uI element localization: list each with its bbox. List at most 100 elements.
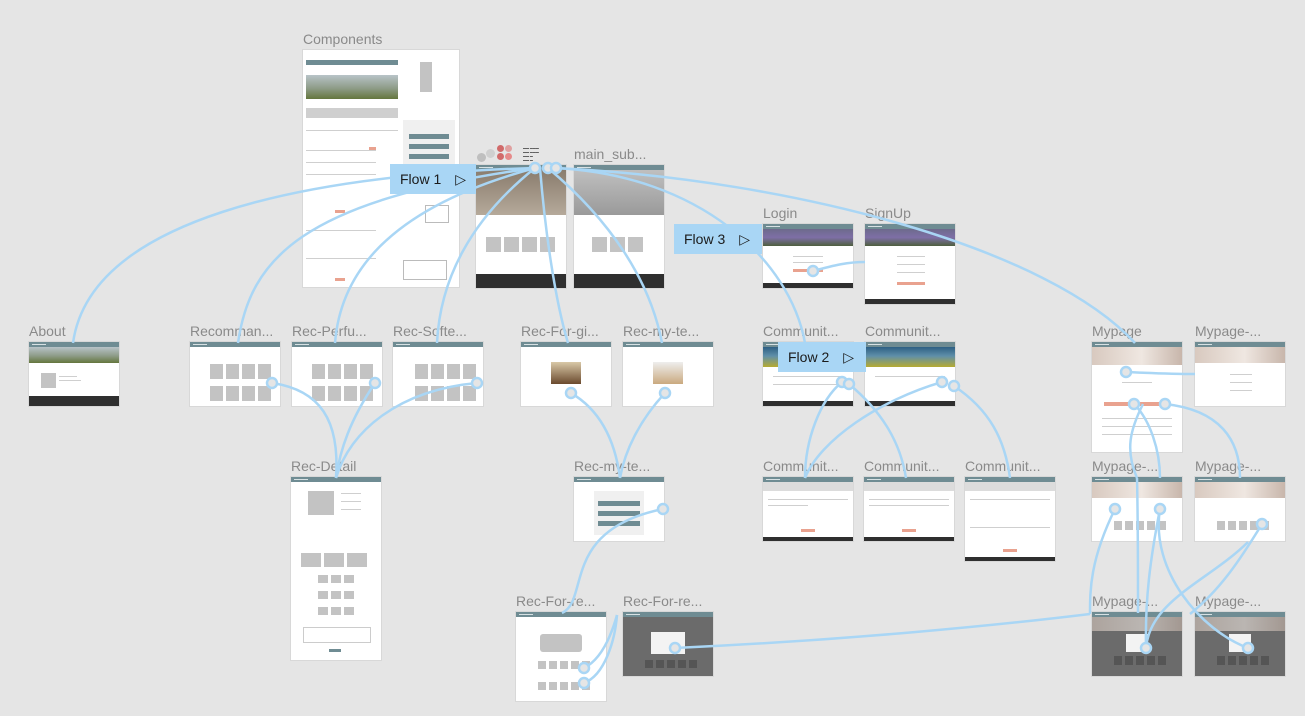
component-banner — [306, 108, 398, 118]
recomman-thumbs-row1 — [210, 364, 271, 379]
frame-label-mypage-6[interactable]: Mypage-... — [1195, 593, 1275, 609]
frame-label-communit-3[interactable]: Communit... — [763, 458, 851, 474]
main-footer — [476, 274, 566, 288]
rec-for-re-banner — [540, 634, 582, 652]
play-icon[interactable]: ▷ — [843, 349, 854, 366]
rec-detail-thumbs — [301, 553, 367, 567]
frame-label-login[interactable]: Login — [763, 205, 797, 221]
frame-main[interactable] — [476, 165, 566, 288]
rec-detail-image — [308, 491, 334, 515]
frame-communit-3[interactable] — [763, 477, 853, 541]
frame-mypage-4[interactable] — [1195, 477, 1285, 541]
component-menu-item — [409, 154, 449, 159]
mypage-hero — [1092, 347, 1182, 365]
nav-bar — [393, 342, 483, 347]
mypage-thumbs — [1114, 656, 1166, 665]
frame-rec-perfu[interactable] — [292, 342, 382, 406]
frame-label-components[interactable]: Components — [303, 31, 382, 47]
rec-my-te-option — [598, 511, 640, 516]
frame-communit-4[interactable] — [864, 477, 954, 541]
frame-mypage-6[interactable] — [1195, 612, 1285, 676]
about-footer — [29, 396, 119, 406]
mypage-button — [1104, 402, 1132, 406]
frame-communit-5[interactable] — [965, 477, 1055, 561]
signup-footer — [865, 299, 955, 304]
frame-label-main-sub[interactable]: main_sub... — [574, 146, 654, 162]
frame-rec-detail[interactable] — [291, 477, 381, 660]
frame-label-rec-for-re-1[interactable]: Rec-For-re... — [516, 593, 606, 609]
frame-signup[interactable] — [865, 224, 955, 304]
frame-label-mypage-3[interactable]: Mypage-... — [1092, 458, 1172, 474]
rec-detail-text — [341, 501, 361, 502]
component-button — [335, 210, 345, 213]
rec-perfu-thumbs-row1 — [312, 364, 373, 379]
mypage-row — [1102, 418, 1172, 419]
frame-communit-2[interactable] — [865, 342, 955, 406]
frame-rec-my-te-top[interactable] — [623, 342, 713, 406]
nav-bar — [291, 477, 381, 482]
rec-perfu-thumbs-row2 — [312, 386, 373, 401]
mypage-row — [1230, 390, 1252, 391]
prototype-canvas[interactable]: Components ▬▬ ▬▬▬ ▬▬ ▬▬▬ ▬▬ ▬ ▬▬ ▬ main_… — [0, 0, 1305, 716]
mypage-button — [1140, 402, 1168, 406]
mypage-modal — [1126, 634, 1148, 652]
frame-rec-for-re-2[interactable] — [623, 612, 713, 676]
communit-row — [768, 505, 808, 506]
frame-label-mypage-5[interactable]: Mypage-... — [1092, 593, 1172, 609]
frame-label-communit-1[interactable]: Communit... — [763, 323, 851, 339]
frame-rec-my-te-mid[interactable] — [574, 477, 664, 541]
nav-bar — [623, 612, 713, 617]
main-sub-thumbs — [592, 237, 643, 252]
frame-label-communit-2[interactable]: Communit... — [865, 323, 953, 339]
signup-hero — [865, 229, 955, 246]
play-icon[interactable]: ▷ — [455, 171, 466, 188]
frame-label-rec-softe[interactable]: Rec-Softe... — [393, 323, 481, 339]
frame-label-communit-4[interactable]: Communit... — [864, 458, 952, 474]
frame-rec-for-gi[interactable] — [521, 342, 611, 406]
frame-label-rec-for-re-2[interactable]: Rec-For-re... — [623, 593, 713, 609]
flow-2-label: Flow 2 — [788, 349, 830, 365]
login-hero — [763, 229, 853, 246]
flow-2-badge[interactable]: Flow 2 ▷ — [778, 342, 866, 372]
frame-label-communit-5[interactable]: Communit... — [965, 458, 1053, 474]
communit-button — [902, 529, 916, 532]
frame-label-about[interactable]: About — [29, 323, 66, 339]
frame-main-sub[interactable] — [574, 165, 664, 288]
component-card — [425, 205, 449, 223]
frame-label-recomman[interactable]: Recomman... — [190, 323, 278, 339]
frame-recomman[interactable] — [190, 342, 280, 406]
communit-button — [801, 529, 815, 532]
frame-label-rec-my-te-mid[interactable]: Rec-my-te... — [574, 458, 662, 474]
frame-label-rec-detail[interactable]: Rec-Detail — [291, 458, 356, 474]
frame-label-rec-my-te-top[interactable]: Rec-my-te... — [623, 323, 711, 339]
frame-label-rec-perfu[interactable]: Rec-Perfu... — [292, 323, 380, 339]
frame-mypage[interactable] — [1092, 342, 1182, 452]
communit-row — [773, 384, 843, 385]
frame-label-signup[interactable]: SignUp — [865, 205, 911, 221]
nav-bar — [516, 612, 606, 617]
rec-for-gi-image — [551, 362, 581, 384]
flow-1-badge[interactable]: Flow 1 ▷ — [390, 164, 476, 194]
frame-about[interactable] — [29, 342, 119, 406]
mypage-hero — [1092, 482, 1182, 498]
frame-label-rec-for-gi[interactable]: Rec-For-gi... — [521, 323, 611, 339]
play-icon[interactable]: ▷ — [739, 231, 750, 248]
frame-label-mypage[interactable]: Mypage — [1092, 323, 1142, 339]
frame-rec-for-re-1[interactable] — [516, 612, 606, 701]
frame-mypage-3[interactable] — [1092, 477, 1182, 541]
frame-login[interactable] — [763, 224, 853, 288]
frame-rec-softe[interactable] — [393, 342, 483, 406]
frame-mypage-5[interactable] — [1092, 612, 1182, 676]
rec-detail-thumbs-3 — [318, 591, 354, 599]
frame-mypage-2[interactable] — [1195, 342, 1285, 406]
mypage-row — [1230, 382, 1252, 383]
login-field — [793, 256, 823, 257]
component-menu-item — [409, 144, 449, 149]
frame-label-mypage-4[interactable]: Mypage-... — [1195, 458, 1275, 474]
component-hero — [306, 75, 398, 99]
flow-3-badge[interactable]: Flow 3 ▷ — [674, 224, 762, 254]
logo — [477, 145, 521, 163]
mypage-thumbs — [1217, 656, 1269, 665]
component-header — [306, 60, 398, 65]
frame-label-mypage-2[interactable]: Mypage-... — [1195, 323, 1275, 339]
